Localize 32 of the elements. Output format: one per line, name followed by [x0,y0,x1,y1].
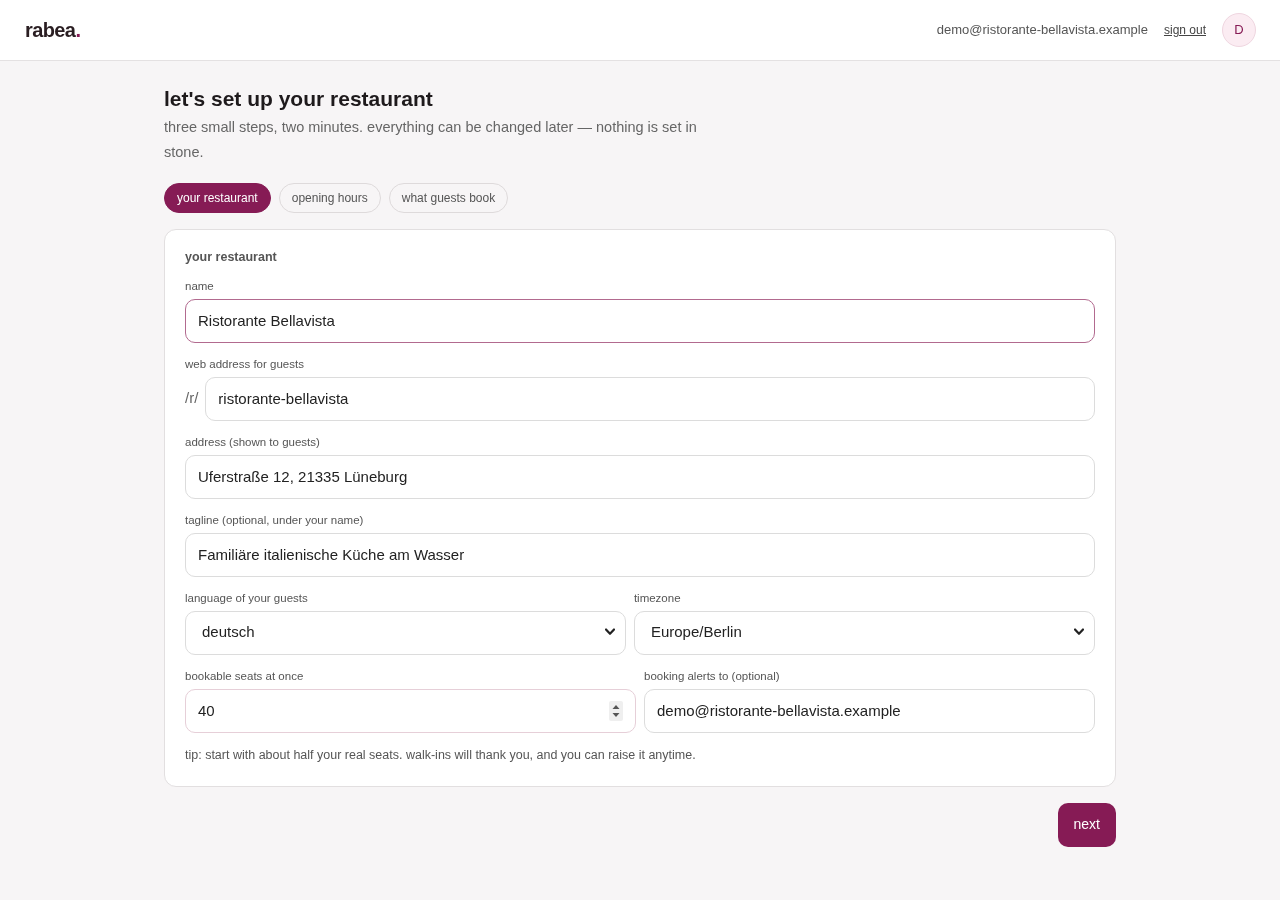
logo[interactable]: rabea. [25,15,81,45]
account-email: demo@ristorante-bellavista.example [936,21,1148,40]
field-label: web address for guests [185,356,305,371]
field-label: name [185,278,215,293]
page-title: let's set up your restaurant [164,86,434,112]
field-label: bookable seats at once [185,668,305,683]
text-input[interactable]: Uferstraße 12, 21335 Lüneburg [185,454,1095,499]
tip-text: tip: start with about half your real seats. walk-ins will thank you, and you can raise it anytime. [185,747,697,763]
field-label: tagline (optional, under your name) [185,512,365,527]
dropdown[interactable]: Europe/Berlin [633,610,1095,655]
dropdown[interactable]: deutsch [185,610,626,655]
chevron-down-icon [604,627,615,636]
step-tab[interactable]: opening hours [278,182,381,213]
next-button[interactable]: next [1057,802,1116,847]
url-prefix: /r/ [185,388,199,409]
text-input[interactable]: Familiäre italienische Küche am Wasser [185,532,1095,577]
avatar[interactable]: D [1222,13,1256,47]
chevron-down-icon [1074,627,1084,636]
step-tab[interactable]: your restaurant [164,182,271,213]
number-input[interactable]: 40 [185,688,636,733]
text-input[interactable]: Ristorante Bellavista [185,298,1095,343]
field-label: address (shown to guests) [185,434,321,449]
page-subtitle: three small steps, two minutes. everything can be changed later — nothing is set in stone. [164,118,698,162]
stepper-arrows-icon[interactable] [609,700,623,721]
text-input[interactable]: demo@ristorante-bellavista.example [644,688,1095,733]
field-label: timezone [633,590,682,605]
step-tab[interactable]: what guests book [388,182,509,213]
url-input[interactable]: ristorante-bellavista [205,376,1095,421]
field-label: booking alerts to (optional) [644,668,781,683]
section-title: your restaurant [185,249,278,265]
sign-out-link[interactable]: sign out [1163,21,1206,39]
field-label: language of your guests [185,590,309,605]
